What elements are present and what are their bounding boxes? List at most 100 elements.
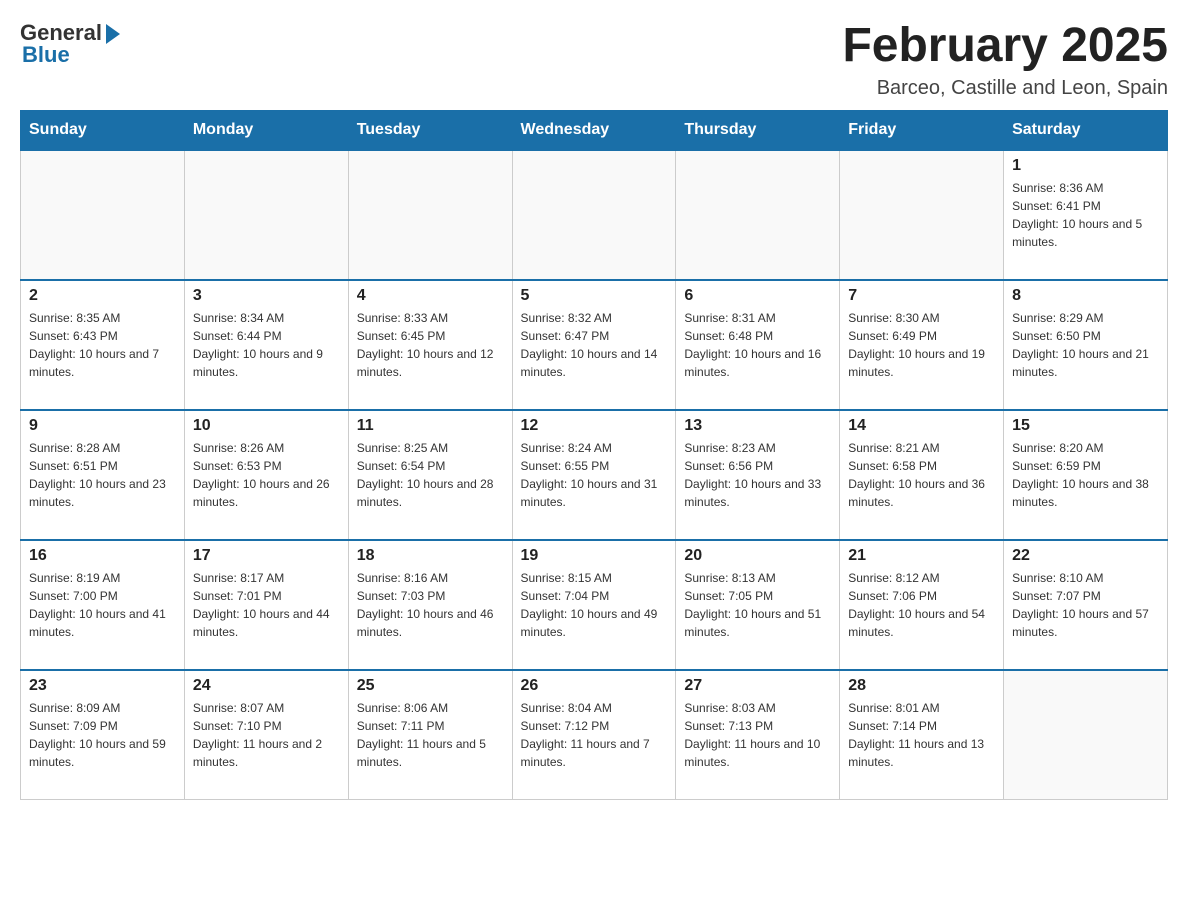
day-info: Sunrise: 8:06 AM Sunset: 7:11 PM Dayligh…: [357, 699, 504, 771]
day-number: 3: [193, 287, 340, 305]
calendar-cell: 23 Sunrise: 8:09 AM Sunset: 7:09 PM Dayli…: [21, 670, 185, 800]
day-number: 21: [848, 547, 995, 565]
header-wednesday: Wednesday: [512, 110, 676, 150]
day-number: 9: [29, 417, 176, 435]
calendar-cell: 28 Sunrise: 8:01 AM Sunset: 7:14 PM Dayli…: [840, 670, 1004, 800]
calendar-cell: 9 Sunrise: 8:28 AM Sunset: 6:51 PM Daylig…: [21, 410, 185, 540]
calendar-cell: 26 Sunrise: 8:04 AM Sunset: 7:12 PM Dayli…: [512, 670, 676, 800]
day-number: 19: [521, 547, 668, 565]
day-info: Sunrise: 8:16 AM Sunset: 7:03 PM Dayligh…: [357, 569, 504, 641]
day-info: Sunrise: 8:35 AM Sunset: 6:43 PM Dayligh…: [29, 309, 176, 381]
day-info: Sunrise: 8:26 AM Sunset: 6:53 PM Dayligh…: [193, 439, 340, 511]
day-info: Sunrise: 8:29 AM Sunset: 6:50 PM Dayligh…: [1012, 309, 1159, 381]
calendar-cell: 17 Sunrise: 8:17 AM Sunset: 7:01 PM Dayli…: [184, 540, 348, 670]
calendar-cell: 14 Sunrise: 8:21 AM Sunset: 6:58 PM Dayli…: [840, 410, 1004, 540]
header-thursday: Thursday: [676, 110, 840, 150]
day-number: 28: [848, 677, 995, 695]
day-info: Sunrise: 8:24 AM Sunset: 6:55 PM Dayligh…: [521, 439, 668, 511]
day-number: 16: [29, 547, 176, 565]
day-info: Sunrise: 8:12 AM Sunset: 7:06 PM Dayligh…: [848, 569, 995, 641]
calendar-cell: 21 Sunrise: 8:12 AM Sunset: 7:06 PM Dayli…: [840, 540, 1004, 670]
day-info: Sunrise: 8:25 AM Sunset: 6:54 PM Dayligh…: [357, 439, 504, 511]
calendar-cell: 20 Sunrise: 8:13 AM Sunset: 7:05 PM Dayli…: [676, 540, 840, 670]
calendar-cell: [184, 150, 348, 280]
calendar-cell: 19 Sunrise: 8:15 AM Sunset: 7:04 PM Dayli…: [512, 540, 676, 670]
page-header: General Blue February 2025 Barceo, Casti…: [20, 20, 1168, 100]
logo: General Blue: [20, 20, 120, 68]
calendar-cell: 6 Sunrise: 8:31 AM Sunset: 6:48 PM Daylig…: [676, 280, 840, 410]
calendar-cell: 16 Sunrise: 8:19 AM Sunset: 7:00 PM Dayli…: [21, 540, 185, 670]
calendar-cell: 15 Sunrise: 8:20 AM Sunset: 6:59 PM Dayli…: [1004, 410, 1168, 540]
day-info: Sunrise: 8:20 AM Sunset: 6:59 PM Dayligh…: [1012, 439, 1159, 511]
day-info: Sunrise: 8:30 AM Sunset: 6:49 PM Dayligh…: [848, 309, 995, 381]
day-number: 8: [1012, 287, 1159, 305]
day-info: Sunrise: 8:01 AM Sunset: 7:14 PM Dayligh…: [848, 699, 995, 771]
day-info: Sunrise: 8:13 AM Sunset: 7:05 PM Dayligh…: [684, 569, 831, 641]
calendar-cell: 13 Sunrise: 8:23 AM Sunset: 6:56 PM Dayli…: [676, 410, 840, 540]
calendar-cell: 3 Sunrise: 8:34 AM Sunset: 6:44 PM Daylig…: [184, 280, 348, 410]
day-info: Sunrise: 8:36 AM Sunset: 6:41 PM Dayligh…: [1012, 179, 1159, 251]
day-number: 26: [521, 677, 668, 695]
header-sunday: Sunday: [21, 110, 185, 150]
day-number: 11: [357, 417, 504, 435]
day-number: 2: [29, 287, 176, 305]
day-info: Sunrise: 8:03 AM Sunset: 7:13 PM Dayligh…: [684, 699, 831, 771]
day-info: Sunrise: 8:15 AM Sunset: 7:04 PM Dayligh…: [521, 569, 668, 641]
day-number: 4: [357, 287, 504, 305]
day-info: Sunrise: 8:19 AM Sunset: 7:00 PM Dayligh…: [29, 569, 176, 641]
calendar-cell: 5Sunrise: 8:32 AM Sunset: 6:47 PM Daylig…: [512, 280, 676, 410]
calendar-cell: 24Sunrise: 8:07 AM Sunset: 7:10 PM Dayli…: [184, 670, 348, 800]
calendar-week-5: 23 Sunrise: 8:09 AM Sunset: 7:09 PM Dayli…: [21, 670, 1168, 800]
day-number: 15: [1012, 417, 1159, 435]
day-info: Sunrise: 8:17 AM Sunset: 7:01 PM Dayligh…: [193, 569, 340, 641]
month-title: February 2025: [842, 20, 1168, 73]
day-info: Sunrise: 8:04 AM Sunset: 7:12 PM Dayligh…: [521, 699, 668, 771]
calendar-cell: 27 Sunrise: 8:03 AM Sunset: 7:13 PM Dayli…: [676, 670, 840, 800]
day-number: 6: [684, 287, 831, 305]
day-number: 18: [357, 547, 504, 565]
day-number: 24: [193, 677, 340, 695]
day-number: 7: [848, 287, 995, 305]
calendar-cell: [348, 150, 512, 280]
day-info: Sunrise: 8:21 AM Sunset: 6:58 PM Dayligh…: [848, 439, 995, 511]
logo-arrow-icon: [106, 24, 120, 44]
header-saturday: Saturday: [1004, 110, 1168, 150]
calendar-cell: [21, 150, 185, 280]
calendar-cell: 25 Sunrise: 8:06 AM Sunset: 7:11 PM Dayli…: [348, 670, 512, 800]
calendar-cell: 8 Sunrise: 8:29 AM Sunset: 6:50 PM Daylig…: [1004, 280, 1168, 410]
calendar-week-3: 9 Sunrise: 8:28 AM Sunset: 6:51 PM Daylig…: [21, 410, 1168, 540]
calendar-week-2: 2 Sunrise: 8:35 AM Sunset: 6:43 PM Daylig…: [21, 280, 1168, 410]
calendar-cell: 11 Sunrise: 8:25 AM Sunset: 6:54 PM Dayli…: [348, 410, 512, 540]
header-friday: Friday: [840, 110, 1004, 150]
day-info: Sunrise: 8:32 AM Sunset: 6:47 PM Dayligh…: [521, 309, 668, 381]
day-number: 14: [848, 417, 995, 435]
day-info: Sunrise: 8:23 AM Sunset: 6:56 PM Dayligh…: [684, 439, 831, 511]
calendar-cell: 1Sunrise: 8:36 AM Sunset: 6:41 PM Daylig…: [1004, 150, 1168, 280]
day-info: Sunrise: 8:28 AM Sunset: 6:51 PM Dayligh…: [29, 439, 176, 511]
day-info: Sunrise: 8:10 AM Sunset: 7:07 PM Dayligh…: [1012, 569, 1159, 641]
day-number: 27: [684, 677, 831, 695]
day-number: 20: [684, 547, 831, 565]
day-number: 23: [29, 677, 176, 695]
calendar-cell: [1004, 670, 1168, 800]
day-number: 17: [193, 547, 340, 565]
calendar-body: 1Sunrise: 8:36 AM Sunset: 6:41 PM Daylig…: [21, 150, 1168, 800]
day-number: 25: [357, 677, 504, 695]
location-title: Barceo, Castille and Leon, Spain: [842, 77, 1168, 100]
day-info: Sunrise: 8:31 AM Sunset: 6:48 PM Dayligh…: [684, 309, 831, 381]
calendar-cell: 12Sunrise: 8:24 AM Sunset: 6:55 PM Dayli…: [512, 410, 676, 540]
day-number: 10: [193, 417, 340, 435]
calendar-table: SundayMondayTuesdayWednesdayThursdayFrid…: [20, 110, 1168, 801]
calendar-header: SundayMondayTuesdayWednesdayThursdayFrid…: [21, 110, 1168, 150]
day-info: Sunrise: 8:34 AM Sunset: 6:44 PM Dayligh…: [193, 309, 340, 381]
calendar-cell: [512, 150, 676, 280]
calendar-week-1: 1Sunrise: 8:36 AM Sunset: 6:41 PM Daylig…: [21, 150, 1168, 280]
logo-blue-text: Blue: [22, 42, 70, 68]
day-info: Sunrise: 8:09 AM Sunset: 7:09 PM Dayligh…: [29, 699, 176, 771]
header-tuesday: Tuesday: [348, 110, 512, 150]
day-info: Sunrise: 8:33 AM Sunset: 6:45 PM Dayligh…: [357, 309, 504, 381]
calendar-cell: 4 Sunrise: 8:33 AM Sunset: 6:45 PM Daylig…: [348, 280, 512, 410]
calendar-header-row: SundayMondayTuesdayWednesdayThursdayFrid…: [21, 110, 1168, 150]
calendar-cell: 10 Sunrise: 8:26 AM Sunset: 6:53 PM Dayli…: [184, 410, 348, 540]
day-number: 13: [684, 417, 831, 435]
